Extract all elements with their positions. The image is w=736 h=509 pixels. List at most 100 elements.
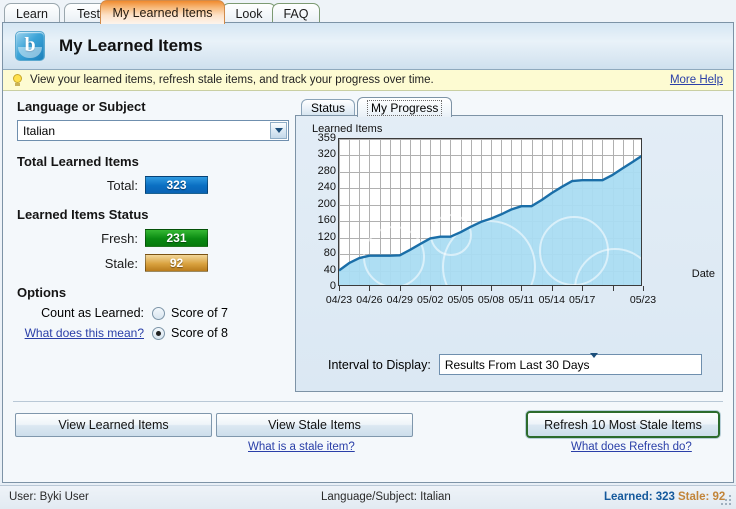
status-heading: Learned Items Status — [17, 207, 149, 222]
option-row-score8: What does this mean? Score of 8 — [17, 326, 289, 340]
logo-swoosh — [18, 47, 42, 58]
resize-grip-icon[interactable] — [721, 495, 733, 507]
interval-select[interactable]: Results From Last 30 Days — [438, 352, 702, 375]
status-learned: Learned: 323 — [604, 491, 675, 503]
chart-x-tick — [430, 286, 431, 291]
tab-faq-label: FAQ — [283, 6, 309, 21]
footer-divider — [13, 401, 723, 402]
tab-my-learned-items-label: My Learned Items — [112, 5, 213, 20]
chart-y-tick-label: 120 — [317, 230, 336, 243]
interval-select-value: Results From Last 30 Days — [444, 357, 590, 372]
count-as-learned-label: Count as Learned: — [41, 306, 144, 320]
chart-x-ticks — [338, 286, 644, 292]
view-learned-items-button[interactable]: View Learned Items — [15, 413, 212, 437]
interval-row: Interval to Display: Results From Last 3… — [296, 352, 724, 375]
progress-chart: Learned Items Date 0 40 80 120 160 200 240 280 3… — [296, 116, 722, 344]
chart-x-axis-title: Date — [691, 268, 715, 280]
tab-learn[interactable]: Learn — [4, 3, 60, 23]
stale-row: Stale: 92 — [17, 254, 289, 272]
chart-x-tick-label: 04/23 — [325, 294, 353, 306]
chart-x-tick — [613, 286, 614, 291]
stale-value-badge: 92 — [145, 254, 208, 272]
chart-y-tick-label: 80 — [323, 247, 336, 260]
progress-panel-body: Learned Items Date 0 40 80 120 160 200 240 280 3… — [295, 115, 723, 392]
chart-x-tick — [491, 286, 492, 291]
what-does-this-mean-link[interactable]: What does this mean? — [17, 326, 152, 340]
refresh-stale-items-label: Refresh 10 Most Stale Items — [544, 417, 702, 432]
chart-x-tick — [339, 286, 340, 291]
stale-label: Stale: — [104, 255, 138, 271]
chart-y-tick-label: 160 — [317, 214, 336, 227]
chart-x-tick — [643, 286, 644, 291]
total-label: Total: — [106, 177, 138, 193]
main-tab-strip: Learn Test My Learned Items Look FAQ — [0, 0, 736, 24]
tab-look[interactable]: Look — [222, 3, 276, 23]
tab-status[interactable]: Status — [301, 99, 356, 116]
radio-score-7[interactable] — [152, 306, 165, 320]
chart-x-tick — [369, 286, 370, 291]
chart-x-tick — [521, 286, 522, 291]
tab-my-progress-label: My Progress — [367, 99, 443, 116]
refresh-stale-items-button[interactable]: Refresh 10 Most Stale Items — [526, 411, 720, 438]
chart-x-tick — [582, 286, 583, 291]
chart-x-tick-label: 05/02 — [417, 294, 444, 306]
progress-panel: Status My Progress Learned Items Date 04… — [295, 97, 723, 392]
view-stale-items-button[interactable]: View Stale Items — [216, 413, 413, 437]
tab-look-label: Look — [235, 6, 263, 21]
chart-y-tick-label: 280 — [317, 164, 336, 177]
chart-svg — [339, 139, 641, 285]
lightbulb-icon — [12, 73, 23, 87]
radio-score-8[interactable] — [152, 326, 165, 340]
help-bar: View your learned items, refresh stale i… — [3, 70, 733, 91]
more-help-link[interactable]: More Help — [670, 74, 723, 86]
chart-x-tick — [552, 286, 553, 291]
tab-status-label: Status — [311, 101, 346, 115]
total-value-badge: 323 — [145, 176, 208, 194]
app-logo-icon: b — [15, 31, 45, 61]
status-user: User: Byki User — [9, 491, 89, 503]
chart-y-tick-label: 0 — [329, 280, 336, 292]
progress-tab-strip: Status My Progress — [295, 97, 723, 117]
tab-my-learned-items[interactable]: My Learned Items — [100, 0, 225, 24]
chart-x-tick-label: 05/08 — [477, 294, 505, 306]
chart-x-tick-label: 04/29 — [386, 294, 413, 306]
chart-y-tick-label: 240 — [317, 181, 336, 194]
language-heading: Language or Subject — [17, 99, 146, 114]
page-header: b My Learned Items — [3, 23, 733, 70]
tab-my-progress[interactable]: My Progress — [357, 97, 453, 117]
view-learned-items-label: View Learned Items — [58, 418, 169, 432]
interval-label: Interval to Display: — [328, 357, 431, 372]
chart-y-axis: 0 40 80 120 160 200 240 280 320 359 — [302, 132, 336, 292]
page-title: My Learned Items — [59, 36, 203, 55]
fresh-row: Fresh: 231 — [17, 229, 289, 247]
options-heading: Options — [17, 285, 67, 300]
tab-test-label: Test — [77, 6, 100, 21]
what-does-refresh-do-link[interactable]: What does Refresh do? — [571, 441, 692, 453]
chart-y-tick-label: 200 — [317, 197, 336, 210]
language-select[interactable]: Italian — [17, 120, 289, 141]
chart-x-tick-label: 05/17 — [569, 294, 596, 306]
chart-plot-area — [338, 138, 642, 286]
chart-y-tick-label: 320 — [317, 148, 336, 161]
chevron-down-icon[interactable] — [589, 352, 598, 372]
help-message: View your learned items, refresh stale i… — [30, 74, 434, 86]
option-row-score7: Count as Learned: Score of 7 — [17, 306, 289, 320]
content-area: Language or Subject Italian Total Learne… — [3, 91, 733, 483]
what-is-a-stale-item-link[interactable]: What is a stale item? — [248, 441, 355, 453]
fresh-label: Fresh: — [101, 230, 138, 246]
status-language: Language/Subject: Italian — [321, 491, 451, 503]
chevron-down-icon[interactable] — [270, 122, 287, 139]
chart-y-tick-label: 40 — [323, 263, 336, 276]
chart-x-tick — [461, 286, 462, 291]
chart-x-tick-label: 05/23 — [629, 294, 657, 306]
tab-faq[interactable]: FAQ — [272, 3, 320, 23]
total-row: Total: 323 — [17, 176, 289, 194]
chart-x-tick-label: 05/14 — [538, 294, 565, 306]
chart-x-tick-label: 05/11 — [508, 294, 535, 306]
status-stale: Stale: 92 — [678, 491, 726, 503]
radio-score-8-label: Score of 8 — [171, 326, 228, 340]
total-heading: Total Learned Items — [17, 154, 139, 169]
view-stale-items-label: View Stale Items — [268, 418, 361, 432]
application-window: Learn Test My Learned Items Look FAQ b M… — [0, 0, 736, 509]
radio-score-7-label: Score of 7 — [171, 306, 228, 320]
